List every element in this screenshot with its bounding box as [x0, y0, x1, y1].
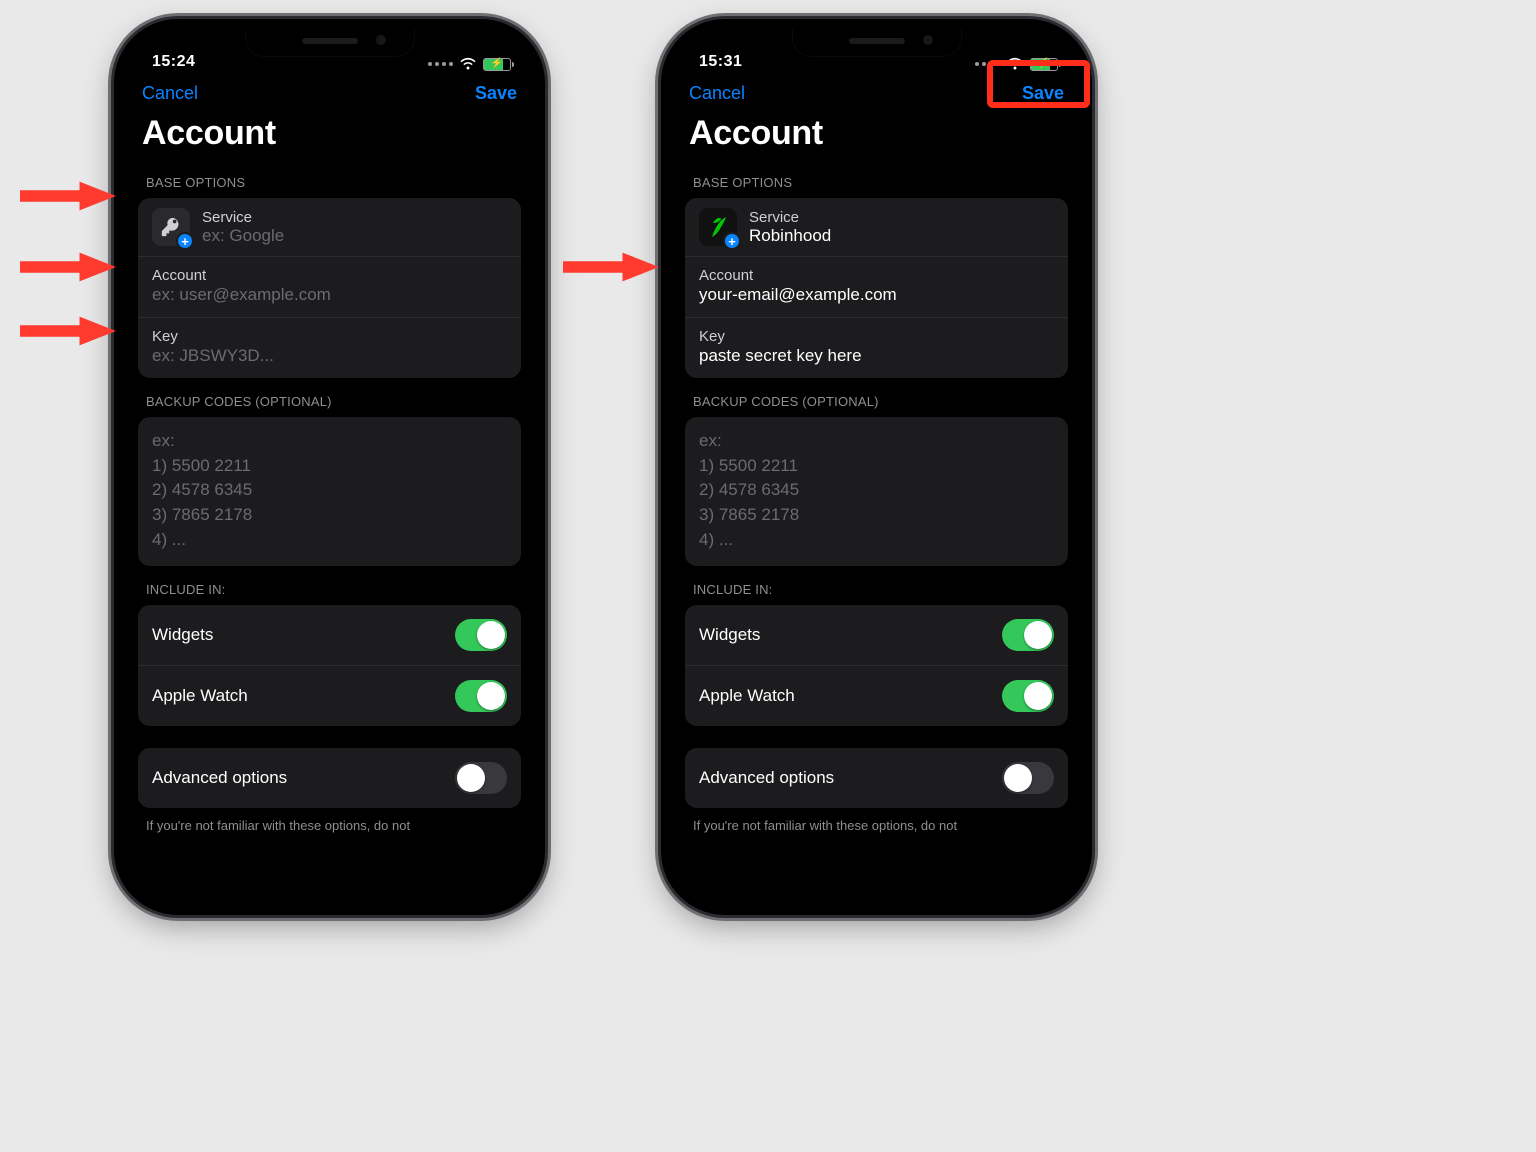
key-value: paste secret key here — [699, 346, 1054, 366]
content: BASE OPTIONS + Service Robinhood Account… — [671, 159, 1082, 863]
toggle-widgets[interactable] — [455, 619, 507, 651]
include-applewatch-row[interactable]: Apple Watch — [685, 666, 1068, 726]
account-label: Account — [152, 267, 507, 284]
section-header-include: INCLUDE IN: — [138, 566, 521, 605]
backup-line: ex: — [699, 429, 1054, 454]
include-applewatch-row[interactable]: Apple Watch — [138, 666, 521, 726]
advanced-options-row[interactable]: Advanced options — [685, 748, 1068, 808]
toggle-widgets[interactable] — [1002, 619, 1054, 651]
phone-left: 15:24 ⚡ Cancel Save Account BASE OPTIONS — [114, 19, 545, 915]
content: BASE OPTIONS + Service ex: Google Accoun… — [124, 159, 535, 863]
cellular-icon — [975, 62, 1000, 66]
battery-icon: ⚡ — [483, 58, 511, 71]
backup-line: 4) ... — [152, 528, 507, 553]
page-title: Account — [124, 104, 535, 159]
toggle-applewatch[interactable] — [455, 680, 507, 712]
include-applewatch-label: Apple Watch — [699, 686, 795, 706]
notch — [793, 29, 961, 56]
include-widgets-row[interactable]: Widgets — [685, 605, 1068, 666]
plus-badge-icon: + — [723, 232, 741, 250]
cancel-button[interactable]: Cancel — [142, 83, 198, 104]
plus-badge-icon: + — [176, 232, 194, 250]
footnote: If you're not familiar with these option… — [685, 808, 1068, 833]
annotation-arrow — [563, 252, 659, 282]
card-advanced: Advanced options — [685, 748, 1068, 808]
save-button[interactable]: Save — [475, 83, 517, 104]
section-header-base: BASE OPTIONS — [138, 159, 521, 198]
key-label: Key — [152, 328, 507, 345]
key-value: ex: JBSWY3D... — [152, 346, 507, 366]
backup-line: ex: — [152, 429, 507, 454]
service-row[interactable]: + Service Robinhood — [685, 198, 1068, 257]
annotation-arrow — [20, 181, 116, 211]
key-row[interactable]: Key ex: JBSWY3D... — [138, 318, 521, 378]
include-applewatch-label: Apple Watch — [152, 686, 248, 706]
include-widgets-row[interactable]: Widgets — [138, 605, 521, 666]
toggle-advanced[interactable] — [455, 762, 507, 794]
card-backup-codes[interactable]: ex: 1) 5500 2211 2) 4578 6345 3) 7865 21… — [138, 417, 521, 566]
service-value: ex: Google — [202, 226, 284, 246]
toggle-advanced[interactable] — [1002, 762, 1054, 794]
status-time: 15:24 — [152, 53, 195, 75]
service-icon[interactable]: + — [699, 208, 737, 246]
backup-line: 2) 4578 6345 — [699, 478, 1054, 503]
card-advanced: Advanced options — [138, 748, 521, 808]
include-widgets-label: Widgets — [699, 625, 760, 645]
account-value: your-email@example.com — [699, 285, 1054, 305]
service-value: Robinhood — [749, 226, 831, 246]
section-header-include: INCLUDE IN: — [685, 566, 1068, 605]
section-header-backup: BACKUP CODES (OPTIONAL) — [138, 378, 521, 417]
backup-line: 3) 7865 2178 — [152, 503, 507, 528]
key-label: Key — [699, 328, 1054, 345]
card-backup-codes[interactable]: ex: 1) 5500 2211 2) 4578 6345 3) 7865 21… — [685, 417, 1068, 566]
wifi-icon — [459, 57, 477, 71]
cancel-button[interactable]: Cancel — [689, 83, 745, 104]
nav-bar: Cancel Save — [671, 75, 1082, 104]
account-row[interactable]: Account your-email@example.com — [685, 257, 1068, 318]
advanced-options-label: Advanced options — [699, 768, 834, 788]
page-title: Account — [671, 104, 1082, 159]
section-header-backup: BACKUP CODES (OPTIONAL) — [685, 378, 1068, 417]
nav-bar: Cancel Save — [124, 75, 535, 104]
card-include-in: Widgets Apple Watch — [138, 605, 521, 726]
footnote: If you're not familiar with these option… — [138, 808, 521, 833]
advanced-options-row[interactable]: Advanced options — [138, 748, 521, 808]
card-base-options: + Service Robinhood Account your-email@e… — [685, 198, 1068, 378]
service-label: Service — [749, 209, 831, 226]
phone-right: 15:31 ⚡ Cancel Save Account BASE OPTIONS — [661, 19, 1092, 915]
status-indicators: ⚡ — [975, 57, 1058, 75]
cellular-icon — [428, 62, 453, 66]
service-row[interactable]: + Service ex: Google — [138, 198, 521, 257]
card-base-options: + Service ex: Google Account ex: user@ex… — [138, 198, 521, 378]
account-label: Account — [699, 267, 1054, 284]
service-icon[interactable]: + — [152, 208, 190, 246]
status-time: 15:31 — [699, 53, 742, 75]
advanced-options-label: Advanced options — [152, 768, 287, 788]
section-header-base: BASE OPTIONS — [685, 159, 1068, 198]
backup-line: 2) 4578 6345 — [152, 478, 507, 503]
annotation-arrow — [20, 252, 116, 282]
include-widgets-label: Widgets — [152, 625, 213, 645]
account-row[interactable]: Account ex: user@example.com — [138, 257, 521, 318]
toggle-applewatch[interactable] — [1002, 680, 1054, 712]
screen: 15:31 ⚡ Cancel Save Account BASE OPTIONS — [671, 29, 1082, 905]
save-button[interactable]: Save — [1022, 83, 1064, 104]
backup-line: 1) 5500 2211 — [699, 454, 1054, 479]
annotation-arrow — [20, 316, 116, 346]
wifi-icon — [1006, 57, 1024, 71]
service-label: Service — [202, 209, 284, 226]
backup-line: 1) 5500 2211 — [152, 454, 507, 479]
backup-line: 3) 7865 2178 — [699, 503, 1054, 528]
notch — [246, 29, 414, 56]
battery-icon: ⚡ — [1030, 58, 1058, 71]
screen: 15:24 ⚡ Cancel Save Account BASE OPTIONS — [124, 29, 535, 905]
card-include-in: Widgets Apple Watch — [685, 605, 1068, 726]
account-value: ex: user@example.com — [152, 285, 507, 305]
status-indicators: ⚡ — [428, 57, 511, 75]
key-row[interactable]: Key paste secret key here — [685, 318, 1068, 378]
backup-line: 4) ... — [699, 528, 1054, 553]
